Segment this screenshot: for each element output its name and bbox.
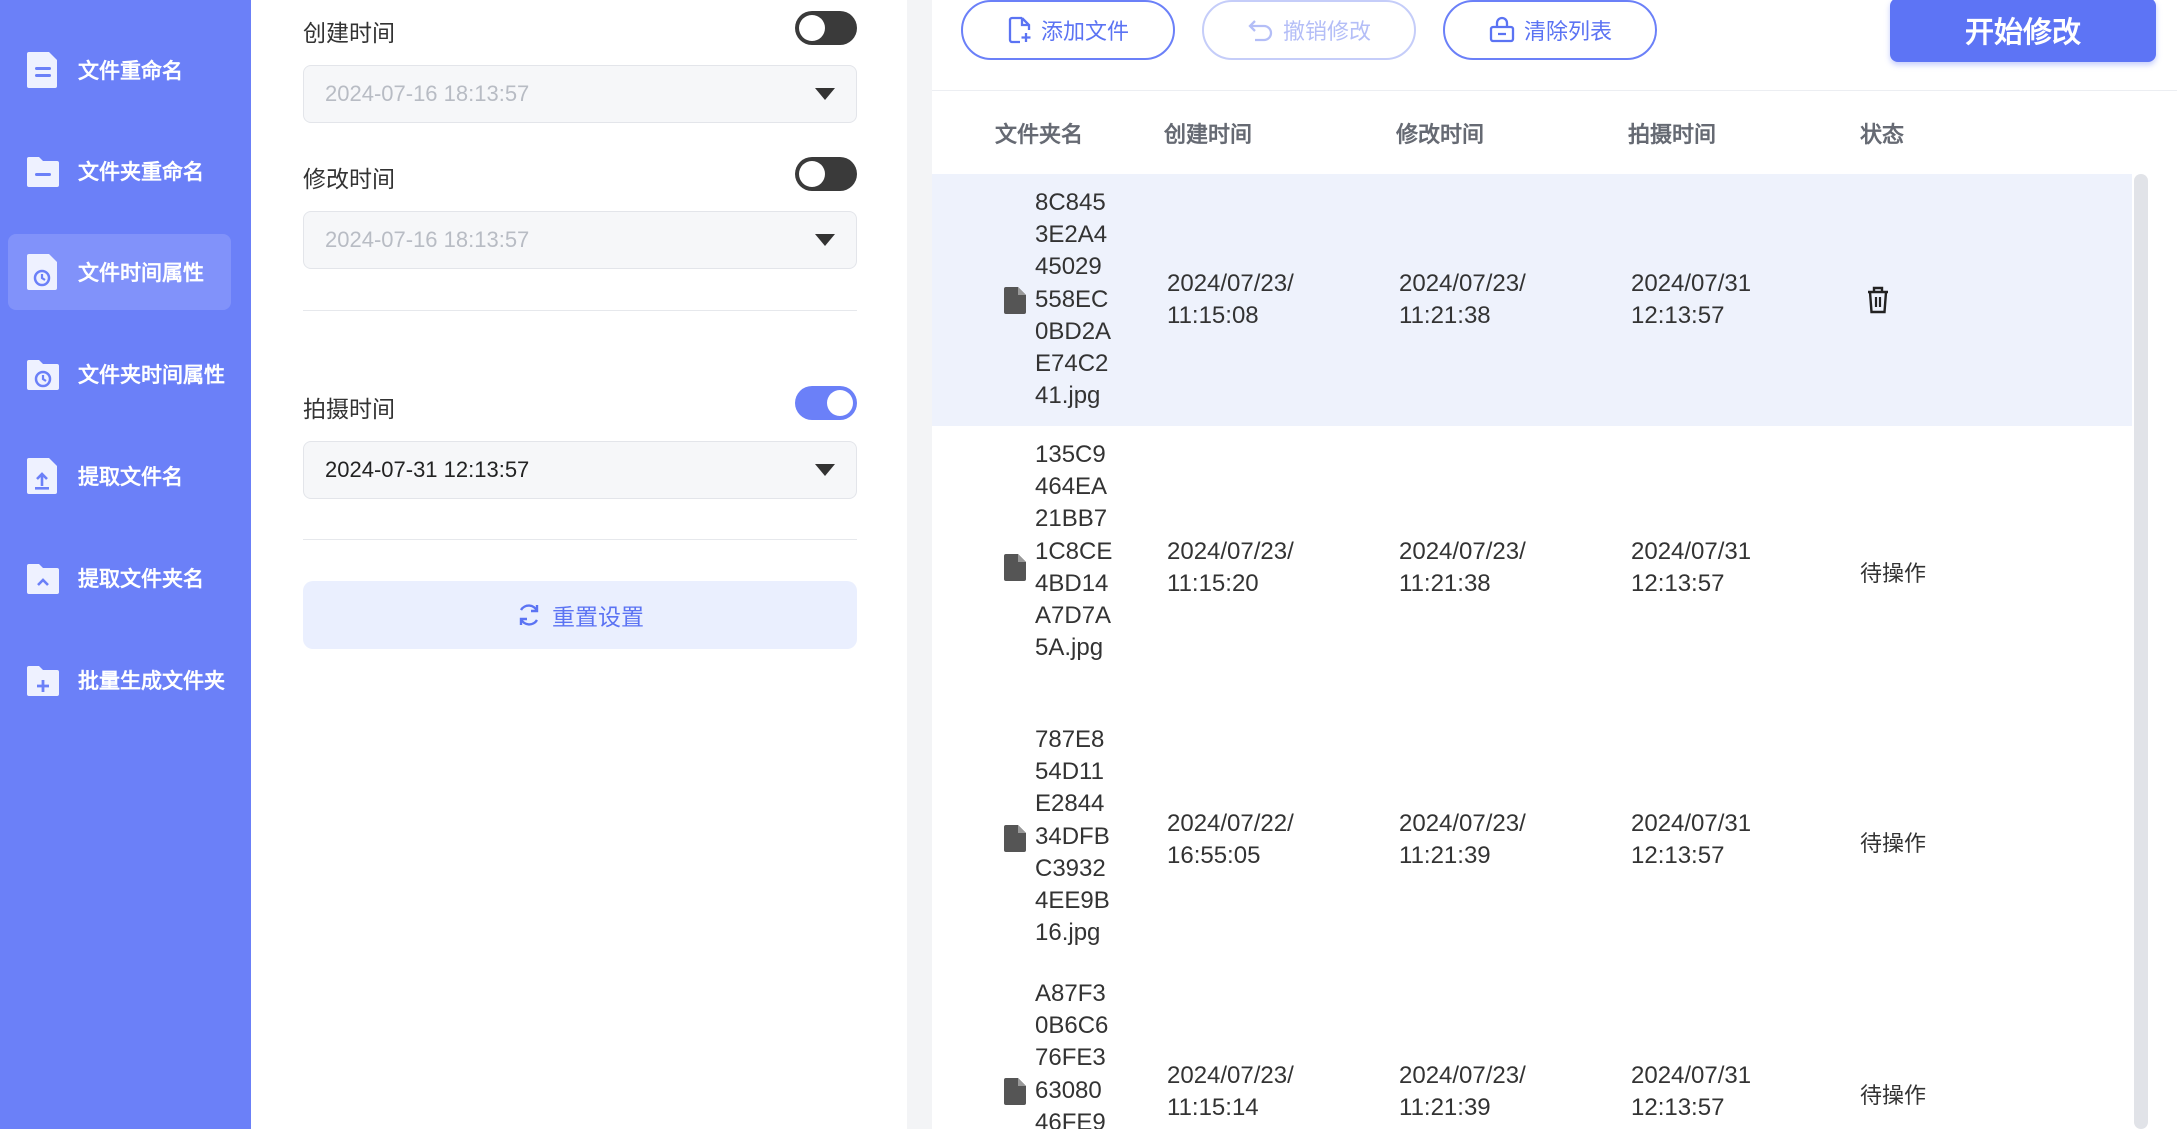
file-icon — [1004, 554, 1026, 581]
status-text: 待操作 — [1860, 562, 1927, 587]
trash-icon[interactable] — [1864, 284, 1892, 316]
shoot-time-toggle[interactable] — [795, 386, 857, 420]
main-area: 添加文件 撤销修改 清除列表 开始修改 文件夹名 创建时间 修改时间 拍摄时间 … — [907, 0, 2177, 1129]
sidebar-item-label: 提取文件夹名 — [78, 567, 204, 591]
file-name: A87F30B6C676FE36308046FE9 — [1035, 980, 1109, 1129]
file-name: 8C8453E2A445029558EC0BD2AE74C241.jpg — [1035, 189, 1112, 410]
created-time: 2024/07/23/ 11:15:20 — [1167, 538, 1294, 597]
sidebar-item-file-time[interactable]: 文件时间属性 — [8, 234, 231, 310]
refresh-icon — [519, 604, 539, 626]
folder-upload-icon — [27, 564, 59, 594]
folder-icon — [27, 157, 59, 187]
undo-button[interactable]: 撤销修改 — [1202, 0, 1416, 60]
sidebar-item-label: 文件时间属性 — [78, 261, 204, 285]
table-row[interactable]: 135C9464EA21BB71C8CE4BD14A7D7A5A.jpg 202… — [932, 426, 2132, 708]
modify-time-value: 2024-07-16 18:13:57 — [325, 227, 530, 252]
vertical-scrollbar[interactable] — [2134, 174, 2148, 1129]
sidebar-item-extract-filename[interactable]: 提取文件名 — [8, 438, 231, 514]
shoot-time-label: 拍摄时间 — [303, 397, 395, 423]
clear-icon — [1489, 16, 1515, 43]
modify-time-select[interactable]: 2024-07-16 18:13:57 — [303, 211, 857, 269]
file-icon — [1004, 825, 1026, 852]
sidebar-item-label: 提取文件名 — [78, 465, 183, 489]
column-header-modified[interactable]: 修改时间 — [1396, 117, 1484, 149]
toggle-knob — [799, 161, 825, 187]
file-clock-icon — [27, 254, 57, 290]
undo-label: 撤销修改 — [1282, 20, 1371, 45]
file-name: 135C9464EA21BB71C8CE4BD14A7D7A5A.jpg — [1035, 441, 1113, 662]
created-time: 2024/07/23/ 11:15:08 — [1167, 270, 1294, 329]
add-file-label: 添加文件 — [1040, 20, 1129, 45]
sidebar-item-batch-create-folder[interactable]: 批量生成文件夹 — [8, 642, 231, 718]
caret-down-icon — [815, 234, 835, 246]
toggle-knob — [827, 390, 853, 416]
start-modify-button[interactable]: 开始修改 — [1890, 0, 2156, 62]
column-header-created[interactable]: 创建时间 — [1164, 117, 1252, 149]
shot-time: 2024/07/31 12:13:57 — [1631, 538, 1752, 597]
file-list-panel: 添加文件 撤销修改 清除列表 开始修改 文件夹名 创建时间 修改时间 拍摄时间 … — [932, 0, 2177, 1129]
file-icon — [1004, 1078, 1026, 1105]
shoot-time-value: 2024-07-31 12:13:57 — [325, 457, 530, 482]
undo-icon — [1248, 20, 1273, 42]
shot-time: 2024/07/31 12:13:57 — [1631, 1062, 1752, 1121]
modified-time: 2024/07/23/ 11:21:38 — [1399, 538, 1526, 597]
modified-time: 2024/07/23/ 11:21:38 — [1399, 270, 1526, 329]
table-header: 文件夹名 创建时间 修改时间 拍摄时间 状态 — [932, 90, 2177, 174]
file-icon — [1004, 287, 1026, 314]
shot-time: 2024/07/31 12:13:57 — [1631, 810, 1752, 869]
start-modify-label: 开始修改 — [1964, 15, 2081, 49]
divider — [303, 310, 857, 311]
status-text: 待操作 — [1860, 1084, 1927, 1109]
status-text: 待操作 — [1860, 832, 1927, 857]
sidebar: 文件重命名 文件夹重命名 文件时间属性 文件夹时间属性 提取文件名 提取文件夹名… — [0, 0, 251, 1129]
caret-down-icon — [815, 464, 835, 476]
caret-down-icon — [815, 88, 835, 100]
column-header-shot[interactable]: 拍摄时间 — [1628, 117, 1716, 149]
sidebar-item-folder-time[interactable]: 文件夹时间属性 — [8, 336, 231, 412]
modified-time: 2024/07/23/ 11:21:39 — [1399, 1062, 1526, 1121]
app-window: 文件重命名 文件夹重命名 文件时间属性 文件夹时间属性 提取文件名 提取文件夹名… — [0, 0, 2177, 1129]
create-time-toggle[interactable] — [795, 11, 857, 45]
sidebar-item-extract-foldername[interactable]: 提取文件夹名 — [8, 540, 231, 616]
created-time: 2024/07/22/ 16:55:05 — [1167, 810, 1294, 869]
divider — [303, 539, 857, 540]
file-name: 787E854D11E284434DFBC39324EE9B16.jpg — [1035, 726, 1110, 947]
settings-panel: 创建时间 2024-07-16 18:13:57 修改时间 2024-07-16… — [251, 0, 907, 1129]
create-time-value: 2024-07-16 18:13:57 — [325, 81, 530, 106]
table-row[interactable]: 8C8453E2A445029558EC0BD2AE74C241.jpg 202… — [932, 174, 2132, 426]
sidebar-item-file-rename[interactable]: 文件重命名 — [8, 32, 231, 108]
sidebar-item-label: 文件夹重命名 — [78, 160, 204, 184]
shot-time: 2024/07/31 12:13:57 — [1631, 270, 1752, 329]
modified-time: 2024/07/23/ 11:21:39 — [1399, 810, 1526, 869]
shoot-time-select[interactable]: 2024-07-31 12:13:57 — [303, 441, 857, 499]
create-time-label: 创建时间 — [303, 21, 395, 47]
table-row[interactable]: 787E854D11E284434DFBC39324EE9B16.jpg 202… — [932, 708, 2132, 973]
file-upload-icon — [27, 458, 57, 494]
folder-add-icon — [27, 666, 59, 696]
toggle-knob — [799, 15, 825, 41]
file-add-icon — [1008, 16, 1031, 44]
modify-time-toggle[interactable] — [795, 157, 857, 191]
created-time: 2024/07/23/ 11:15:14 — [1167, 1062, 1294, 1121]
column-header-name[interactable]: 文件夹名 — [995, 117, 1083, 149]
modify-time-label: 修改时间 — [303, 167, 395, 193]
reset-settings-label: 重置设置 — [552, 605, 644, 631]
sidebar-item-label: 文件夹时间属性 — [78, 363, 225, 387]
column-header-status[interactable]: 状态 — [1860, 117, 1904, 149]
clear-list-button[interactable]: 清除列表 — [1443, 0, 1657, 60]
reset-settings-button[interactable]: 重置设置 — [303, 581, 857, 649]
clear-list-label: 清除列表 — [1523, 20, 1612, 45]
sidebar-item-label: 文件重命名 — [78, 59, 183, 83]
sidebar-item-folder-rename[interactable]: 文件夹重命名 — [8, 133, 231, 209]
sidebar-item-label: 批量生成文件夹 — [78, 669, 225, 693]
table-row[interactable]: A87F30B6C676FE36308046FE9 2024/07/23/ 11… — [932, 973, 2132, 1129]
add-file-button[interactable]: 添加文件 — [961, 0, 1175, 60]
create-time-select[interactable]: 2024-07-16 18:13:57 — [303, 65, 857, 123]
folder-clock-icon — [27, 360, 59, 390]
document-icon — [27, 52, 57, 88]
